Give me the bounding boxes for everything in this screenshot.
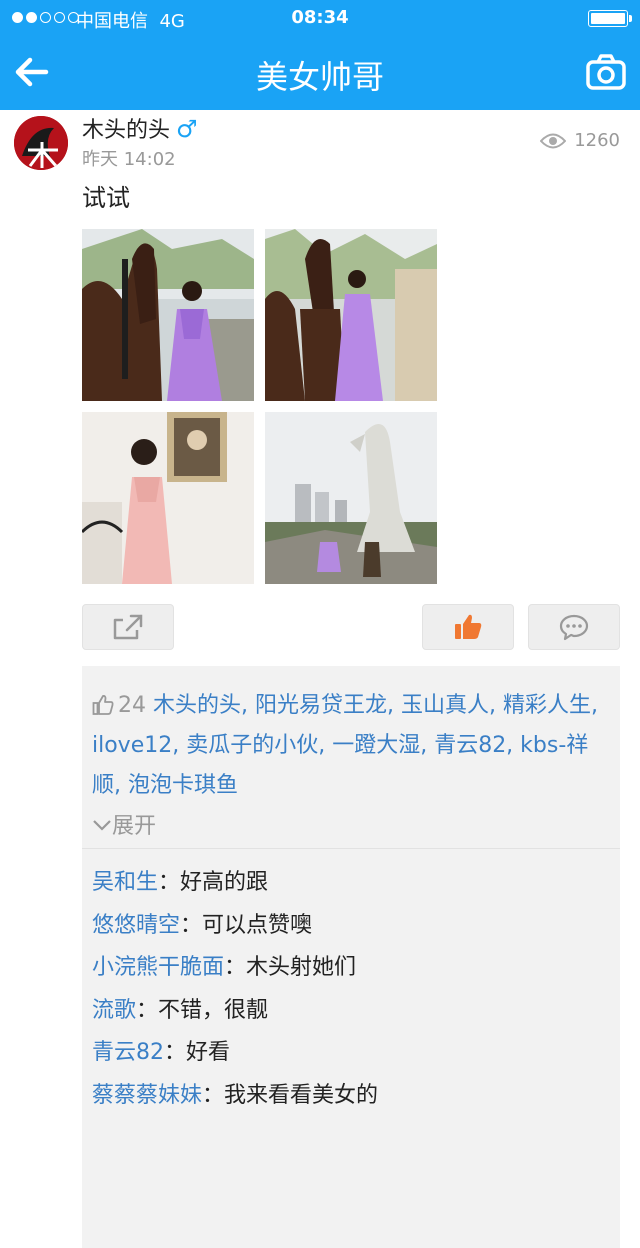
photo-pink-dress — [82, 412, 254, 584]
comments-list: 吴和生：好高的跟 悠悠晴空：可以点赞噢 小浣熊干脆面：木头射她们 流歌：不错，很… — [82, 849, 620, 1248]
thumbs-up-outline-icon — [92, 695, 114, 715]
photo-horse-lady-2 — [265, 229, 437, 401]
photo-thumbnail[interactable] — [265, 229, 437, 401]
comment-author[interactable]: 吴和生 — [92, 870, 158, 895]
comment-text: 好看 — [186, 1040, 231, 1065]
comment-item[interactable]: 小浣熊干脆面：木头射她们 — [92, 948, 610, 991]
photo-grid — [82, 229, 442, 584]
photo-statue-square — [265, 412, 437, 584]
like-button[interactable] — [422, 604, 514, 650]
username-text: 木头的头 — [82, 118, 171, 143]
likes-panel: 24 木头的头, 阳光易贷王龙, 玉山真人, 精彩人生, ilove12, 卖瓜… — [82, 666, 620, 849]
comment-separator: ： — [180, 912, 203, 938]
share-button[interactable] — [82, 604, 174, 650]
likes-list: 24 木头的头, 阳光易贷王龙, 玉山真人, 精彩人生, ilove12, 卖瓜… — [92, 686, 610, 806]
post-content: 试试 — [82, 184, 130, 212]
comment-text: 可以点赞噢 — [202, 912, 313, 938]
comment-item[interactable]: 吴和生：好高的跟 — [92, 863, 610, 906]
user-avatar-image — [14, 116, 68, 170]
photo-horse-lady-1 — [82, 229, 254, 401]
eye-icon — [540, 133, 567, 148]
photo-thumbnail[interactable] — [82, 229, 254, 401]
comment-separator: ： — [164, 1040, 187, 1065]
comment-author[interactable]: 青云82 — [92, 1040, 164, 1065]
thumbs-up-icon — [455, 614, 482, 639]
comment-author[interactable]: 流歌 — [92, 998, 136, 1023]
page-title: 美女帅哥 — [255, 58, 384, 96]
status-bar: 中国电信 4G 08:34 — [0, 0, 640, 36]
comment-separator: ： — [158, 870, 181, 895]
comment-item[interactable]: 青云82：好看 — [92, 1033, 610, 1076]
view-count-text: 1260 — [574, 130, 620, 151]
gender-male-icon: ♂ — [176, 115, 198, 143]
post-time: 昨天 14:02 — [82, 149, 176, 170]
nav-bar: 美女帅哥 — [0, 36, 640, 110]
share-icon — [113, 614, 143, 640]
comment-text: 木头射她们 — [246, 955, 357, 980]
comment-text: 好高的跟 — [180, 870, 269, 895]
photo-thumbnail[interactable] — [82, 412, 254, 584]
chevron-down-icon — [93, 820, 111, 831]
likes-names[interactable]: 木头的头, 阳光易贷王龙, 玉山真人, 精彩人生, ilove12, 卖瓜子的小… — [92, 693, 598, 798]
battery-icon — [588, 10, 632, 27]
likes-count: 24 — [118, 693, 146, 718]
camera-icon — [586, 54, 626, 90]
comment-text: 我来看看美女的 — [224, 1082, 379, 1108]
comment-separator: ： — [202, 1082, 225, 1108]
app-header: 中国电信 4G 08:34 美女帅哥 — [0, 0, 640, 110]
comment-bubble-icon — [559, 614, 589, 641]
post-actions — [82, 604, 622, 650]
comment-item[interactable]: 蔡蔡蔡妹妹：我来看看美女的 — [92, 1076, 610, 1119]
comment-item[interactable]: 悠悠晴空：可以点赞噢 — [92, 906, 610, 949]
view-count: 1260 — [540, 130, 620, 151]
status-time: 08:34 — [291, 7, 349, 28]
comment-author[interactable]: 悠悠晴空 — [92, 913, 180, 938]
comment-separator: ： — [224, 955, 247, 980]
comment-author[interactable]: 小浣熊干脆面 — [92, 955, 224, 980]
expand-label: 展开 — [112, 814, 157, 839]
photo-thumbnail[interactable] — [265, 412, 437, 584]
comment-separator: ： — [136, 997, 159, 1023]
expand-toggle[interactable]: 展开 — [92, 808, 610, 840]
comment-text: 不错，很靓 — [158, 997, 269, 1023]
comment-item[interactable]: 流歌：不错，很靓 — [92, 991, 610, 1034]
username[interactable]: 木头的头 ♂ — [82, 112, 198, 144]
camera-button[interactable] — [584, 50, 628, 94]
avatar[interactable] — [14, 116, 68, 170]
comment-button[interactable] — [528, 604, 620, 650]
comment-author[interactable]: 蔡蔡蔡妹妹 — [92, 1083, 202, 1108]
